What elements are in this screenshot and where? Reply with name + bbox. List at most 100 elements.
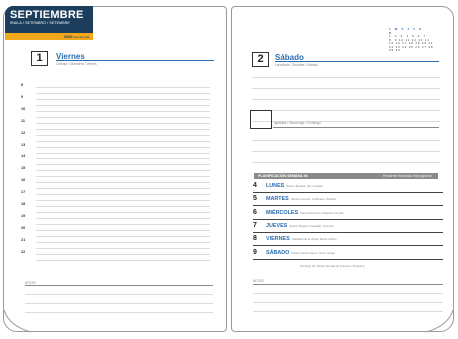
planning-row-line [253,258,443,260]
planning-day-row: VIERNES Natividad de la Virgen María, Adr… [266,236,336,242]
hour-line [36,182,210,184]
planning-day-number: 7 [253,221,257,229]
hour-line [36,206,210,207]
day-number-box: 2 [252,52,269,67]
notes-line [25,312,213,313]
planning-day-row: JUEVES Santos Regina, Clodoaldo, Sozonte [266,223,334,229]
planning-row: 9 SÁBADO Santos Pedro Claver, Omar, Sergio [253,249,443,261]
hour-label: 13 [21,142,26,147]
hour-label: 22 [21,249,26,254]
notes-line [25,303,213,304]
planning-row-line [253,231,443,233]
planning-saints: Natividad de la Virgen María, Adrián [291,237,337,242]
writing-line [252,110,440,111]
hour-label: 16 [21,178,26,183]
planning-day-number: 5 [253,195,257,203]
hour-line [36,217,210,219]
half-hour-line [36,116,210,118]
planning-row-line [253,245,443,247]
planning-day-row: SÁBADO Santos Pedro Claver, Omar, Sergio [266,250,335,256]
hour-line [36,241,210,243]
hour-label: 15 [21,166,26,171]
half-hour-line [36,128,210,130]
hour-line [36,194,210,196]
notes-line [253,293,443,294]
planning-day-name: MIÉRCOLES [266,209,299,216]
writing-line [252,151,440,152]
planning-day-row: MIÉRCOLES Santos Eleuterio, Zacarías, Don… [266,210,344,216]
notes-line [25,285,213,286]
hour-label: 21 [21,237,26,242]
sunday-subtitle: Igandea / Diumenge / Domingo [274,121,321,125]
hour-label: 19 [21,213,26,218]
hour-label: 10 [21,106,26,111]
hour-line [36,134,210,136]
planning-saints: Santos Eleuterio, Zacarías, Donato [300,210,344,215]
sunday-number-box [250,110,272,129]
hour-line [36,170,210,172]
hour-label: 20 [21,225,26,230]
hour-line [36,253,210,255]
planning-title: PLANIFICACIÓN SEMANA 36 [258,173,308,178]
day-number-box: 1 [31,51,48,66]
notes-label: NOTAS [253,279,264,283]
hour-line [36,229,210,231]
planning-row: 8 VIERNES Natividad de la Virgen María, Ad… [253,235,443,247]
writing-line [252,99,440,100]
planning-saints: Santos Regina, Clodoaldo, Sozonte [289,223,334,228]
hour-label: 17 [21,190,26,195]
year-label: 2025 Semana 36 [64,34,89,39]
planning-columns: Pendiente Realizado Reprogramar [382,174,432,178]
hour-label: 8 [21,83,24,87]
day-subtitle: Larunbata / Dissabte / Sábado [275,63,319,67]
hour-line [36,98,210,100]
planning-sunday-note: Domingo 10: Santos Nicolás de Tolentino,… [300,264,365,268]
half-hour-line [36,104,210,106]
day-underline [56,60,214,61]
planning-day-name: VIERNES [266,236,290,243]
week-number: Semana 36 [73,35,89,39]
month-name: SEPTIEMBRE [10,9,84,21]
sunday-underline [273,127,439,128]
hour-line [36,87,210,88]
planning-row: 6 MIÉRCOLES Santos Eleuterio, Zacarías, Do… [253,209,443,221]
planning-day-name: JUEVES [266,222,288,229]
planning-day-number: 6 [253,208,257,216]
planning-saints: Santos Rosalía, Ida, Candida [286,184,323,188]
half-hour-line [36,152,210,154]
hour-label: 11 [21,118,26,123]
planning-saints: Santos Pedro Claver, Omar, Sergio [291,250,336,255]
writing-line [252,77,440,78]
planning-day-name: LUNES [266,183,285,189]
planning-day-number: 4 [253,182,257,189]
day-underline [275,61,439,62]
planning-day-row: MARTES Santos Lorenzo, Justiniano, Obduli… [266,196,336,202]
planning-row-line [253,218,443,220]
half-hour-line [36,200,210,202]
day-subtitle: Ostirala / Divendres / Venres [56,62,97,66]
half-hour-line [36,176,210,178]
half-hour-line [36,164,210,166]
mini-calendar-week: 29 30 [389,48,401,53]
half-hour-line [36,188,210,190]
planning-day-name: MARTES [266,196,289,203]
hour-line [36,110,210,112]
notes-line [253,311,443,312]
planning-day-row: LUNES Santos Rosalía, Ida, Candida [266,183,323,189]
planning-saints: Santos Lorenzo, Justiniano, Obdulia [290,197,336,202]
hour-line [36,122,210,124]
month-header: SEPTIEMBRE IRAILA / SETEMBRO / SETEMBRE … [5,6,93,40]
half-hour-line [36,93,210,94]
planning-row: 5 MARTES Santos Lorenzo, Justiniano, Obdul… [253,195,443,207]
half-hour-line [36,235,210,237]
hour-label: 14 [21,154,26,159]
writing-line [252,140,440,141]
mini-calendar: L M X J V S D 1 2 3 4 5 6 78 9 10 11 12 … [389,27,433,53]
writing-line [252,162,440,163]
hour-label: 18 [21,202,26,206]
planning-row-line [253,192,443,193]
planning-day-number: 9 [253,248,257,256]
notes-line [253,302,443,303]
notes-line [25,294,213,295]
hour-label: 12 [21,130,26,135]
